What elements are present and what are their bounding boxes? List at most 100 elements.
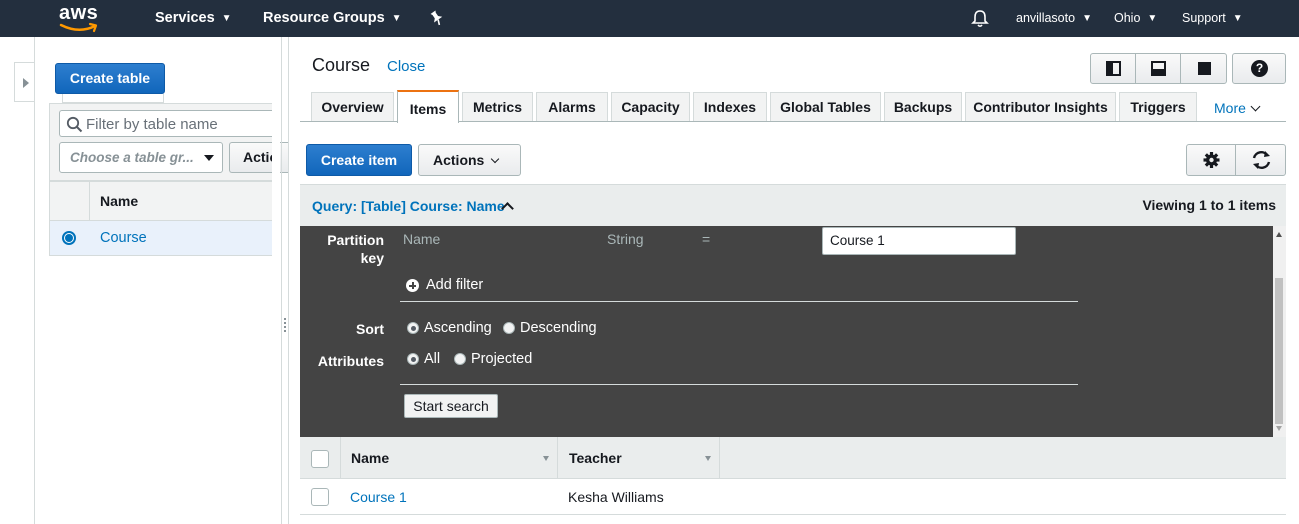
select-all-checkbox[interactable] <box>311 450 329 468</box>
query-scrollbar[interactable] <box>1273 226 1286 437</box>
column-header-name[interactable]: Name <box>351 450 389 466</box>
help-button[interactable]: ? <box>1232 53 1286 84</box>
create-item-button[interactable]: Create item <box>306 144 412 176</box>
attributes-all-radio[interactable]: All <box>407 351 440 367</box>
help-icon: ? <box>1251 60 1268 77</box>
radio-selected-icon <box>407 353 419 365</box>
divider <box>400 301 1078 302</box>
tab-metrics[interactable]: Metrics <box>462 92 533 121</box>
divider <box>557 437 558 479</box>
pin-icon[interactable] <box>429 10 445 26</box>
refresh-button[interactable] <box>1237 145 1286 175</box>
divider <box>34 37 35 524</box>
table-actions-button[interactable]: Actio <box>229 142 289 173</box>
tab-items[interactable]: Items <box>397 90 459 123</box>
row-checkbox[interactable] <box>311 488 329 506</box>
query-toggle[interactable]: Query: [Table] Course: Name <box>312 198 505 214</box>
filter-placeholder: Filter by table name <box>86 116 218 133</box>
actions-label: Actions <box>433 152 485 168</box>
tab-global-tables[interactable]: Global Tables <box>770 92 881 121</box>
add-filter-label: Add filter <box>426 277 484 293</box>
full-view-icon <box>1198 62 1211 75</box>
split-vertical-icon <box>1106 61 1121 76</box>
services-label: Services <box>155 10 215 26</box>
region-menu[interactable]: Ohio ▼ <box>1114 0 1157 37</box>
tab-contributor-insights[interactable]: Contributor Insights <box>965 92 1116 121</box>
more-tabs-menu[interactable]: More <box>1214 100 1261 116</box>
actions-button[interactable]: Actions <box>418 144 521 176</box>
sidebar-toggle[interactable] <box>14 62 34 102</box>
table-tools-group <box>1186 144 1286 176</box>
results-table-header: Name Teacher <box>300 437 1286 479</box>
query-panel: Partition key Name String = Course 1 Add… <box>300 226 1273 437</box>
table-link[interactable]: Course <box>100 230 147 246</box>
user-label: anvillasoto <box>1016 11 1076 25</box>
partition-key-value-input[interactable]: Course 1 <box>822 227 1016 255</box>
start-search-button[interactable]: Start search <box>404 394 498 418</box>
tab-overview[interactable]: Overview <box>311 92 394 121</box>
chevron-down-icon <box>491 154 500 164</box>
sort-caret-icon[interactable] <box>543 456 549 461</box>
settings-button[interactable] <box>1187 145 1236 175</box>
sort-caret-icon[interactable] <box>705 456 711 461</box>
divider <box>400 384 1078 385</box>
attributes-projected-radio[interactable]: Projected <box>454 351 533 367</box>
sort-descending-radio[interactable]: Descending <box>503 320 597 336</box>
layout-split-horizontal-button[interactable] <box>1136 54 1181 83</box>
query-header: Query: [Table] Course: Name Viewing 1 to… <box>300 184 1286 226</box>
scroll-up-arrow-icon[interactable] <box>1276 232 1282 237</box>
caret-down-icon: ▼ <box>1147 13 1158 24</box>
column-header-teacher[interactable]: Teacher <box>569 450 622 466</box>
resize-handle[interactable] <box>284 318 286 334</box>
caret-down-icon: ▼ <box>1232 13 1243 24</box>
layout-full-button[interactable] <box>1182 54 1227 83</box>
partition-key-name: Name <box>403 231 441 247</box>
plus-circle-icon <box>406 279 419 292</box>
user-menu[interactable]: anvillasoto ▼ <box>1016 0 1092 37</box>
attributes-label: Attributes <box>317 353 384 369</box>
tab-alarms[interactable]: Alarms <box>536 92 608 121</box>
aws-smile-icon <box>59 22 98 33</box>
scroll-thumb[interactable] <box>1275 278 1283 424</box>
table-row[interactable]: Course 1 Kesha Williams <box>300 479 1286 515</box>
bell-icon[interactable] <box>971 9 989 28</box>
column-header-name[interactable]: Name <box>100 193 138 209</box>
panel-clip <box>272 100 280 190</box>
partition-key-label: Partition key <box>327 232 384 266</box>
resource-groups-menu[interactable]: Resource Groups ▼ <box>263 0 402 37</box>
resource-groups-label: Resource Groups <box>263 10 385 26</box>
search-icon <box>66 116 83 133</box>
table-filter-input[interactable]: Filter by table name <box>59 110 272 137</box>
expand-arrow-icon <box>23 78 29 88</box>
sort-descending-label: Descending <box>520 320 597 336</box>
tab-backups[interactable]: Backups <box>884 92 962 121</box>
tab-triggers[interactable]: Triggers <box>1119 92 1197 121</box>
sort-ascending-radio[interactable]: Ascending <box>407 320 492 336</box>
panel-divider <box>288 37 289 524</box>
viewing-count: Viewing 1 to 1 items <box>1142 197 1276 213</box>
aws-logo[interactable]: aws <box>57 2 103 34</box>
create-table-button[interactable]: Create table <box>55 63 165 94</box>
item-name-link[interactable]: Course 1 <box>350 489 407 505</box>
table-row-course[interactable]: Course <box>49 221 272 256</box>
table-list-header: Name <box>49 181 272 221</box>
services-menu[interactable]: Services ▼ <box>155 0 232 37</box>
support-menu[interactable]: Support ▼ <box>1182 0 1243 37</box>
support-label: Support <box>1182 11 1226 25</box>
caret-down-icon: ▼ <box>221 13 232 24</box>
chevron-down-icon <box>1250 101 1261 112</box>
refresh-icon <box>1252 151 1271 169</box>
group-placeholder: Choose a table gr... <box>70 150 194 165</box>
layout-split-vertical-button[interactable] <box>1091 54 1136 83</box>
divider <box>340 437 341 479</box>
divider <box>62 94 164 103</box>
tab-indexes[interactable]: Indexes <box>693 92 767 121</box>
add-filter-link[interactable]: Add filter <box>406 277 484 293</box>
scroll-down-arrow-icon[interactable] <box>1276 426 1282 431</box>
table-group-select[interactable]: Choose a table gr... <box>59 142 223 173</box>
selected-radio[interactable] <box>62 231 76 245</box>
tab-capacity[interactable]: Capacity <box>611 92 690 121</box>
close-link[interactable]: Close <box>387 58 425 75</box>
panel-divider <box>281 37 282 524</box>
attributes-projected-label: Projected <box>471 351 533 367</box>
